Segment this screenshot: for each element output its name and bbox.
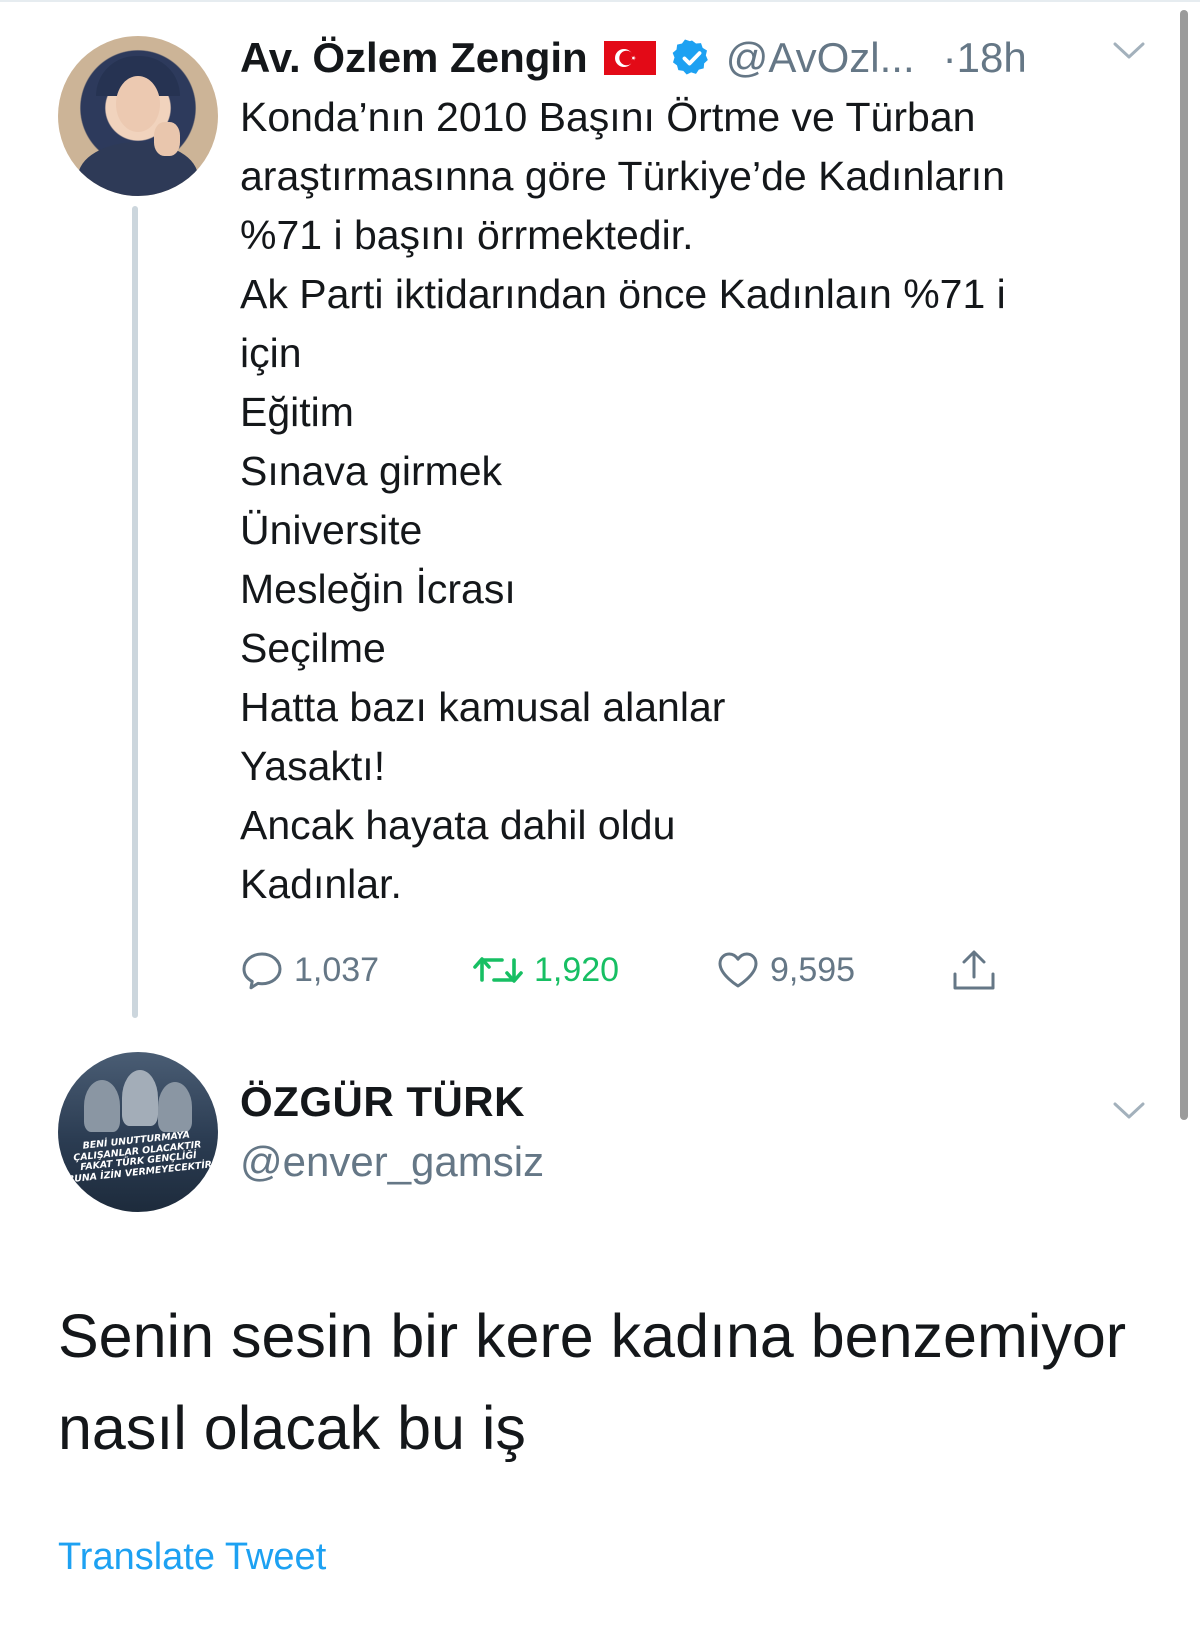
tweet-text-line: Sınava girmek <box>240 448 503 494</box>
tweet-text-line: Kadınlar. <box>240 861 402 907</box>
reply-author-name[interactable]: ÖZGÜR TÜRK <box>240 1078 525 1126</box>
verified-badge-icon <box>672 39 708 75</box>
avatar-caption: BENİ UNUTTURMAYA ÇALIŞANLAR OLACAKTIR FA… <box>66 1129 213 1185</box>
tweet-text-line: Hatta bazı kamusal alanlar <box>240 684 726 730</box>
reply-author-handle[interactable]: @enver_gamsiz <box>240 1138 544 1186</box>
tweet-timestamp[interactable]: ·18h <box>943 34 1027 82</box>
like-count: 9,595 <box>770 950 856 989</box>
author-handle[interactable]: @AvOzl... <box>726 34 915 82</box>
tweet-text-line: Ak Parti iktidarından önce Kadınlaın %71… <box>240 271 1006 317</box>
author-name[interactable]: Av. Özlem Zengin <box>240 34 588 82</box>
tweet-text-line: Eğitim <box>240 389 354 435</box>
author-avatar[interactable] <box>58 36 218 196</box>
tweet-text-line: Üniversite <box>240 507 423 553</box>
chevron-down-icon[interactable] <box>1112 40 1146 62</box>
scrollbar[interactable] <box>1180 10 1188 1120</box>
reply-text-line: Senin sesin bir kere kadına benzemiyor <box>58 1302 1127 1370</box>
retweet-icon <box>473 957 523 983</box>
share-icon <box>953 950 995 990</box>
share-button[interactable] <box>950 940 1008 1000</box>
tweet-header: Av. Özlem Zengin @AvOzl... ·18h <box>240 26 1140 90</box>
tweet-text-line: araştırmasınna göre Türkiye’de Kadınları… <box>240 153 1005 199</box>
reply-icon <box>242 952 282 990</box>
heart-icon <box>718 952 758 988</box>
tweet-text-line: Seçilme <box>240 625 386 671</box>
reply-count: 1,037 <box>294 950 380 989</box>
retweet-button[interactable]: 1,920 <box>472 940 619 1000</box>
tweet-text-line: için <box>240 330 302 376</box>
tweet-actions-bar: 1,037 1,920 9,595 <box>240 940 1040 1000</box>
top-divider <box>0 0 1200 2</box>
like-button[interactable]: 9,595 <box>716 940 855 1000</box>
chevron-down-icon[interactable] <box>1112 1100 1146 1122</box>
translate-tweet-link[interactable]: Translate Tweet <box>58 1536 326 1579</box>
reply-tweet-text: Senin sesin bir kere kadına benzemiyor n… <box>58 1290 1168 1474</box>
tweet-text-line: Yasaktı! <box>240 743 386 789</box>
retweet-count: 1,920 <box>534 950 620 989</box>
tweet-text-line: Konda’nın 2010 Başını Örtme ve Türban <box>240 94 976 140</box>
reply-button[interactable]: 1,037 <box>240 940 379 1000</box>
reply-author-avatar[interactable]: BENİ UNUTTURMAYA ÇALIŞANLAR OLACAKTIR FA… <box>58 1052 218 1212</box>
tweet-text-line: %71 i başını örrmektedir. <box>240 212 694 258</box>
tweet-text-line: Ancak hayata dahil oldu <box>240 802 676 848</box>
tweet-text-line: Mesleğin İcrası <box>240 566 516 612</box>
reply-text-line: nasıl olacak bu iş <box>58 1394 526 1462</box>
tweet-text: Konda’nın 2010 Başını Örtme ve Türban ar… <box>240 88 1140 914</box>
turkey-flag-icon <box>603 41 656 75</box>
thread-connector-line <box>132 206 138 1018</box>
